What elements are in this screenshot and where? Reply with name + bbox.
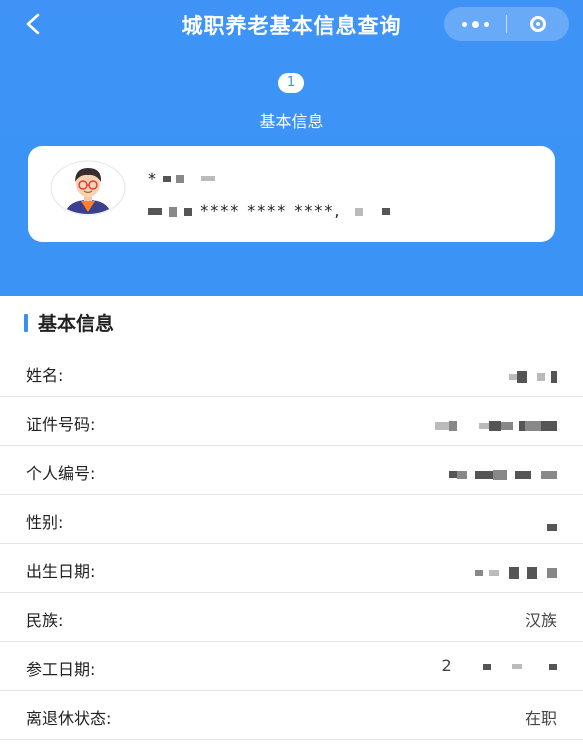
header-area: 城职养老基本信息查询 1 基本信息 * **** **** ****, — [0, 0, 583, 296]
masked-id-number: **** **** ****, — [148, 201, 390, 220]
section-header: 基本信息 — [0, 296, 583, 348]
masked-value — [449, 464, 557, 480]
basic-info-section: 基本信息 姓名: 证件号码: 个人编号: 性别: 出生日期: 民族: 汉族 参工 — [0, 296, 583, 750]
row-personal-number: 个人编号: — [0, 446, 583, 495]
mini-program-capsule — [444, 7, 569, 41]
step-label: 基本信息 — [259, 112, 324, 131]
row-work-start-date: 参工日期: 2 — [0, 642, 583, 691]
avatar — [50, 160, 126, 216]
user-avatar-icon — [50, 160, 126, 216]
row-label: 离退休状态: — [26, 709, 112, 728]
close-button[interactable] — [507, 7, 569, 41]
row-label: 民族: — [26, 611, 64, 630]
work-start-date-value: 2 — [442, 656, 557, 675]
row-birth-date: 出生日期: — [0, 544, 583, 593]
navbar: 城职养老基本信息查询 — [0, 0, 583, 48]
section-title: 基本信息 — [38, 313, 115, 335]
user-card: * **** **** ****, — [28, 146, 555, 242]
ethnicity-value: 汉族 — [524, 611, 557, 630]
row-gender: 性别: — [0, 495, 583, 544]
row-ethnicity: 民族: 汉族 — [0, 593, 583, 642]
row-label: 证件号码: — [26, 415, 96, 434]
masked-value — [509, 366, 557, 383]
step-number: 1 — [278, 73, 304, 93]
section-accent-bar — [24, 314, 28, 332]
row-label: 个人编号: — [26, 464, 96, 483]
masked-value — [475, 562, 557, 579]
row-label: 参工日期: — [26, 660, 96, 679]
row-label: 出生日期: — [26, 562, 96, 581]
more-dots-icon — [459, 20, 491, 28]
more-button[interactable] — [444, 7, 506, 41]
target-icon — [530, 16, 546, 32]
masked-value — [547, 517, 557, 531]
row-id-number: 证件号码: — [0, 397, 583, 446]
row-label: 性别: — [26, 513, 64, 532]
masked-value — [435, 415, 557, 431]
masked-name: * — [148, 168, 216, 188]
row-name: 姓名: — [0, 348, 583, 397]
row-label: 姓名: — [26, 366, 64, 385]
row-retirement-status: 离退休状态: 在职 — [0, 691, 583, 740]
retirement-status-value: 在职 — [524, 709, 557, 728]
